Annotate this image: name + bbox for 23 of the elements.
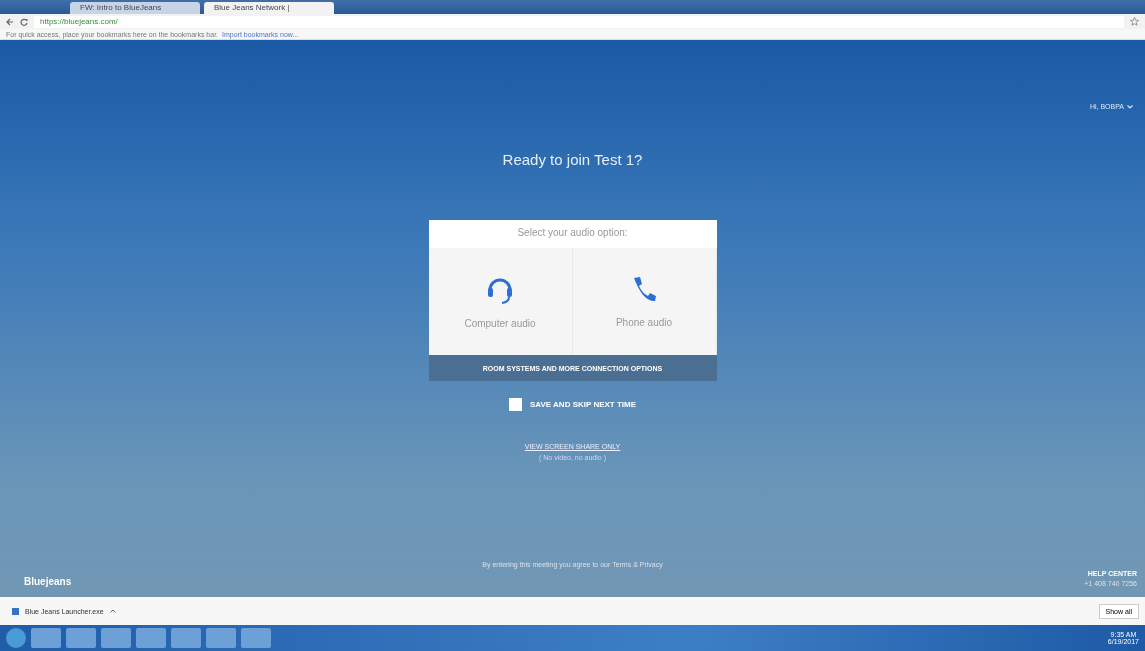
- back-icon[interactable]: [6, 17, 14, 26]
- save-skip-checkbox[interactable]: [508, 398, 522, 411]
- star-icon[interactable]: [1130, 17, 1139, 26]
- taskbar-app-icon[interactable]: [206, 628, 236, 648]
- chevron-icon: [1127, 104, 1133, 109]
- browser-tab[interactable]: Blue Jeans Network |: [204, 2, 334, 14]
- file-icon: [12, 607, 19, 615]
- audio-prompt: Select your audio option:: [516, 226, 629, 240]
- start-button[interactable]: [6, 628, 26, 648]
- taskbar-app-icon[interactable]: [31, 628, 61, 648]
- taskbar-app-icon[interactable]: [66, 628, 96, 648]
- brand-logo: Bluejeans: [24, 576, 72, 587]
- taskbar-app-icon[interactable]: [101, 628, 131, 648]
- taskbar-app-icon[interactable]: [241, 628, 271, 648]
- url-field[interactable]: https://bluejeans.com/: [34, 15, 1124, 28]
- save-skip-label: SAVE AND SKIP NEXT TIME: [529, 400, 637, 409]
- browser-tab[interactable]: FW: Intro to BlueJeans: [70, 2, 200, 14]
- taskbar-app-icon[interactable]: [171, 628, 201, 648]
- caret-icon: [109, 609, 116, 613]
- phone-icon: [631, 275, 657, 303]
- reload-icon[interactable]: [20, 17, 28, 26]
- taskbar-app-icon[interactable]: [136, 628, 166, 648]
- page-title: Ready to join Test 1?: [502, 151, 643, 168]
